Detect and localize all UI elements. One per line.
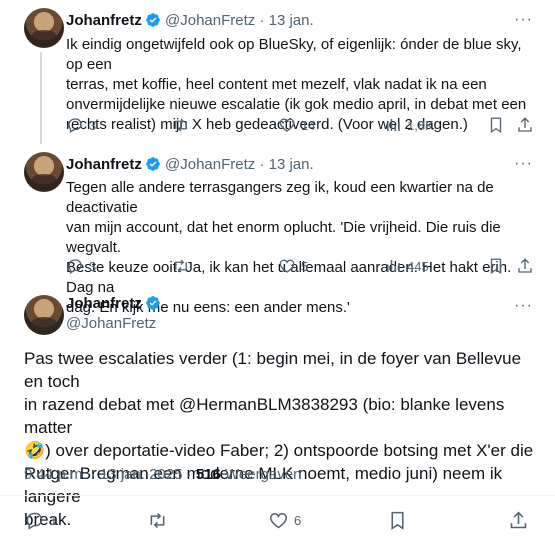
tweet-text-line: in razend debat met @HermanBLM3838293 (b…	[24, 395, 505, 437]
author-name[interactable]: Johanfretz	[66, 156, 142, 173]
tweet-date[interactable]: 13 jan.	[269, 12, 314, 29]
tweet-text-line: onvermijdelijke nieuwe escalatie (ik gok…	[66, 96, 527, 113]
bookmark-icon	[391, 511, 404, 530]
separator: ·	[259, 12, 265, 29]
bookmark-icon	[490, 117, 502, 134]
heart-icon	[279, 118, 295, 132]
tweet-date[interactable]: 13 jan.	[269, 156, 314, 173]
like-count: 14	[301, 117, 316, 133]
tweet-header: Johanfretz @JohanFretz · 13 jan.	[66, 156, 314, 173]
share-button[interactable]	[516, 116, 534, 134]
like-button[interactable]: 6	[268, 510, 301, 531]
reply-count: 1	[50, 513, 58, 528]
views-count[interactable]: 516	[196, 466, 221, 483]
divider	[0, 495, 555, 496]
more-options-icon[interactable]: ···	[514, 11, 533, 29]
verified-badge-icon	[146, 296, 160, 310]
repost-icon	[175, 259, 187, 273]
heart-icon	[269, 512, 288, 529]
like-count: 6	[294, 513, 302, 528]
share-icon	[518, 258, 532, 273]
bookmark-button[interactable]	[487, 257, 505, 275]
reply-button[interactable]: 1	[24, 510, 57, 531]
reply-icon	[68, 118, 82, 133]
more-options-icon[interactable]: ···	[514, 155, 533, 173]
author-handle[interactable]: @JohanFretz	[165, 156, 255, 173]
views-count: 1,8K	[407, 117, 434, 133]
repost-button[interactable]	[172, 257, 190, 275]
tweet-text-line: Tegen alle andere terrasgangers zeg ik, …	[66, 179, 494, 216]
bookmark-button[interactable]	[387, 510, 408, 531]
author-handle[interactable]: @JohanFretz	[66, 315, 156, 332]
author-name[interactable]: Johanfretz	[66, 295, 142, 312]
verified-badge-icon	[146, 157, 160, 171]
share-icon	[510, 511, 527, 529]
repost-icon	[175, 118, 187, 132]
bookmark-button[interactable]	[487, 116, 505, 134]
tweet-date[interactable]: 13 jan. 2025	[100, 466, 183, 483]
more-options-icon[interactable]: ···	[514, 297, 533, 315]
tweet-text-line: Pas twee escalaties verder (1: begin mei…	[24, 349, 522, 391]
tweet-header: Johanfretz	[66, 295, 161, 312]
tweet-actions: 3 5 445	[66, 257, 536, 277]
heart-icon	[279, 259, 295, 273]
reply-button[interactable]: 3	[66, 257, 96, 275]
author-name[interactable]: Johanfretz	[66, 12, 142, 29]
avatar[interactable]	[24, 295, 64, 335]
separator: ·	[259, 156, 265, 173]
views-label: Weergaven	[225, 466, 302, 483]
avatar[interactable]	[24, 8, 64, 48]
tweet-text-line: 🤣) over deportatie-video Faber; 2) ontsp…	[24, 441, 534, 460]
reply-icon	[26, 512, 43, 530]
reply-count: 3	[89, 117, 97, 133]
tweet-actions: 1 6	[24, 510, 529, 532]
tweet-meta: 9:44 p.m. · 13 jan. 2025 · 516 Weergaven	[24, 466, 301, 483]
repost-button[interactable]	[172, 116, 190, 134]
views-count: 445	[407, 258, 429, 274]
reply-button[interactable]: 3	[66, 116, 96, 134]
like-button[interactable]: 5	[278, 257, 308, 275]
author-handle[interactable]: @JohanFretz	[165, 12, 255, 29]
repost-icon	[150, 512, 165, 529]
separator: ·	[90, 466, 96, 483]
tweet-text-line: van mijn account, dat het enorm oplucht.…	[66, 219, 501, 256]
share-icon	[518, 117, 532, 132]
bookmark-icon	[490, 258, 502, 275]
share-button[interactable]	[508, 510, 529, 531]
tweet-text-line: terras, met koffie, heel content met mez…	[66, 76, 487, 93]
tweet-header: Johanfretz @JohanFretz · 13 jan.	[66, 12, 314, 29]
like-button[interactable]: 14	[278, 116, 315, 134]
share-button[interactable]	[516, 257, 534, 275]
reply-count: 3	[89, 258, 97, 274]
tweet-text-line: Ik eindig ongetwijfeld ook op BlueSky, o…	[66, 36, 522, 73]
like-count: 5	[301, 258, 309, 274]
views-button[interactable]: 445	[384, 257, 429, 275]
views-button[interactable]: 1,8K	[384, 116, 434, 134]
views-chart-icon	[387, 119, 400, 131]
reply-icon	[68, 259, 82, 274]
tweet-text: Pas twee escalaties verder (1: begin mei…	[24, 347, 544, 531]
tweet-actions: 3 14 1,8K	[66, 116, 536, 136]
repost-button[interactable]	[147, 510, 168, 531]
thread-line	[40, 52, 42, 144]
views-chart-icon	[387, 260, 400, 272]
separator: ·	[186, 466, 192, 483]
tweet-time[interactable]: 9:44 p.m.	[24, 466, 87, 483]
verified-badge-icon	[146, 13, 160, 27]
avatar[interactable]	[24, 152, 64, 192]
